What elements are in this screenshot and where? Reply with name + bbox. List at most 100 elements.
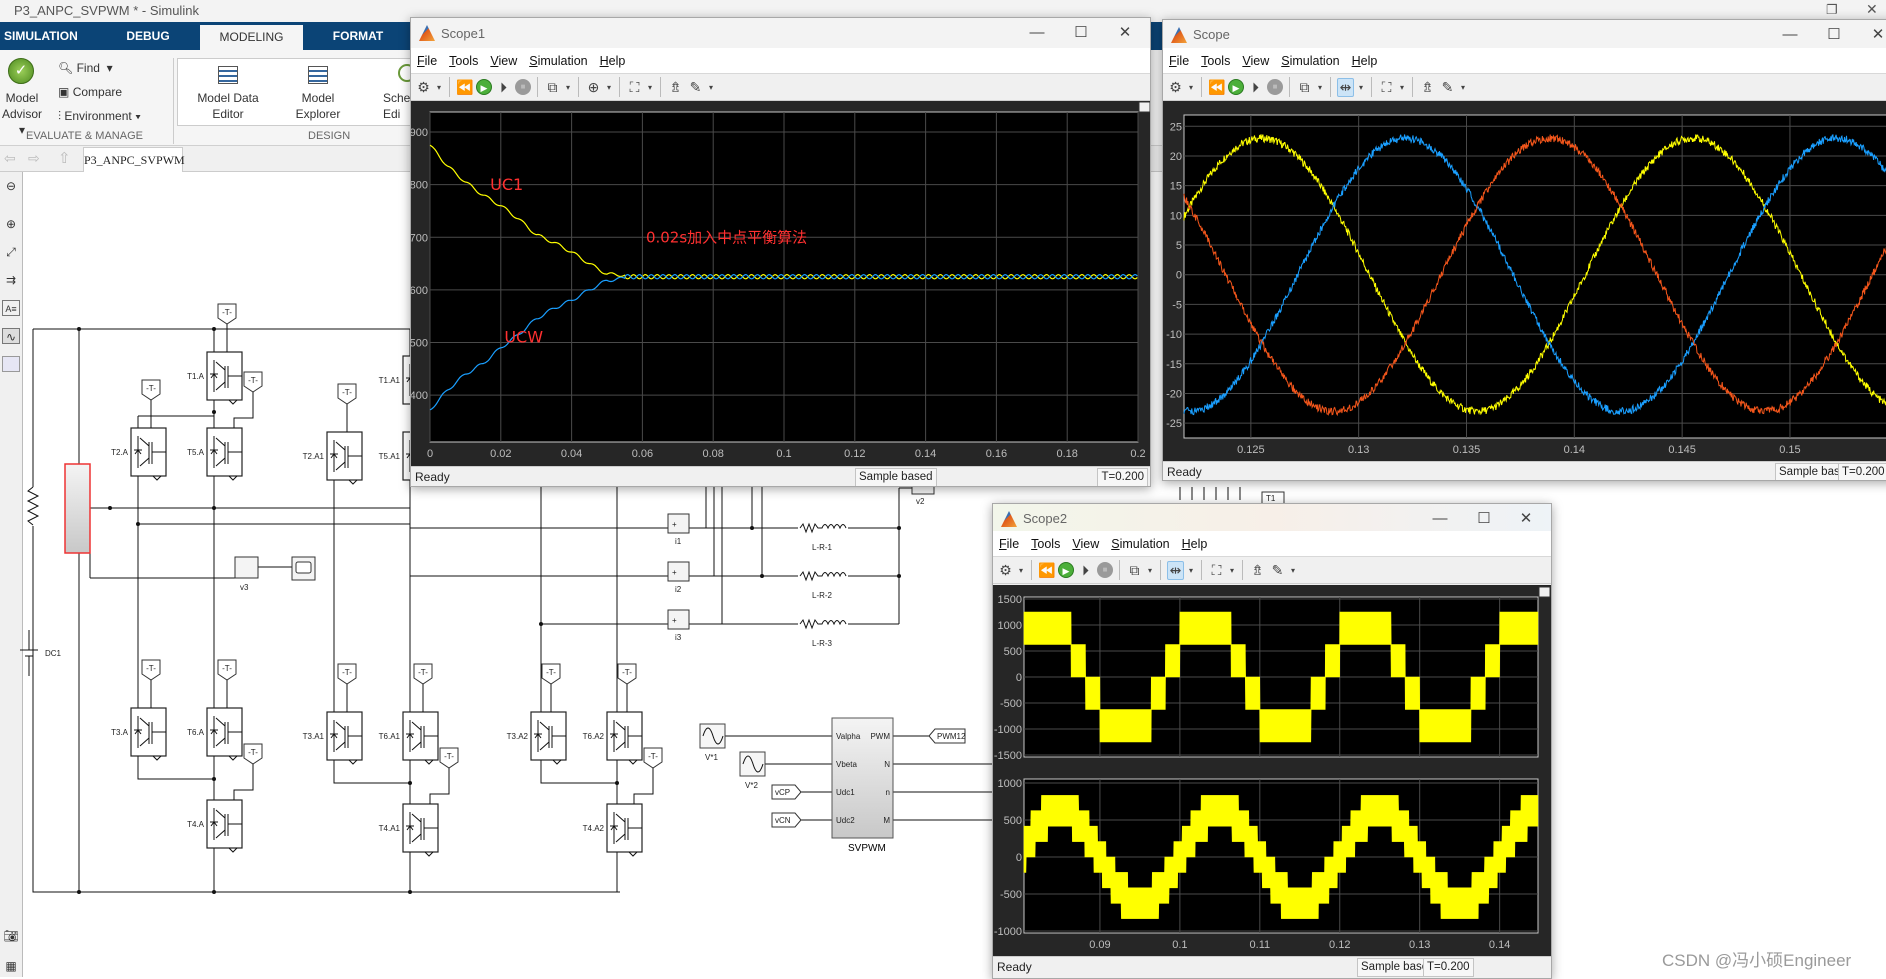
dropdown-arrow-icon[interactable]: ▾ [1187, 566, 1195, 575]
maximize-button[interactable]: ☐ [1066, 22, 1096, 44]
zoom-icon[interactable]: ⇹ [1337, 77, 1354, 97]
menu-help[interactable]: Help [1346, 48, 1384, 68]
voltage-measurement-block[interactable] [234, 556, 259, 579]
menu-view[interactable]: View [1066, 531, 1105, 551]
menu-simulation[interactable]: Simulation [1105, 531, 1175, 551]
igbt-block[interactable]: T4.A1 -T- [379, 747, 459, 857]
schedule-editor-button[interactable]: Sche Edi [383, 90, 410, 122]
zoom-icon[interactable]: ⊕ [2, 216, 20, 232]
step-back-icon[interactable]: ⏪ [456, 79, 473, 96]
close-button[interactable]: ✕ [1863, 24, 1886, 46]
tab-debug[interactable]: DEBUG [118, 22, 178, 50]
current-measurement-block[interactable] [667, 609, 690, 630]
zoom-icon[interactable]: ⇹ [1167, 560, 1184, 580]
from-goto-tags[interactable] [771, 728, 966, 828]
menu-view[interactable]: View [1236, 48, 1275, 68]
igbt-block[interactable]: T4.A -T- [187, 743, 263, 853]
restore-icon[interactable]: ❐ [1826, 2, 1838, 18]
dropdown-arrow-icon[interactable]: ▾ [1316, 83, 1324, 92]
dropdown-arrow-icon[interactable]: ▾ [1017, 566, 1025, 575]
dropdown-arrow-icon[interactable]: ▾ [646, 83, 654, 92]
triggers-icon[interactable]: ⇯ [1249, 562, 1266, 579]
dropdown-arrow-icon[interactable]: ▾ [1289, 566, 1297, 575]
igbt-block[interactable]: T2.A1 -T- [303, 383, 363, 485]
current-measurement-block[interactable] [667, 513, 690, 534]
scope-title-bar[interactable]: Scope — ☐ ✕ [1163, 20, 1886, 48]
dropdown-arrow-icon[interactable]: ▾ [1187, 83, 1195, 92]
back-arrow-icon[interactable]: ⇦ [4, 150, 16, 167]
menu-simulation[interactable]: Simulation [523, 48, 593, 68]
highlight-block-icon[interactable]: ⧉ [544, 79, 561, 96]
close-button[interactable]: ✕ [1511, 508, 1541, 530]
igbt-block[interactable]: T3.A2 -T- [507, 663, 567, 765]
arrow-icon[interactable]: ⇉ [2, 272, 20, 288]
highlight-block-icon[interactable]: ⧉ [1126, 562, 1143, 579]
step-forward-icon[interactable]: ⏵ [1077, 562, 1094, 579]
igbt-block[interactable]: T2.A -T- [111, 379, 167, 481]
svpwm-subsystem[interactable]: Valpha Vbeta Udc1 Udc2 PWM N n M SVPWM [831, 717, 894, 854]
scope2-chart[interactable]: -1500 -1000 -500 0 500 1000 1500 0.09 0.1 0.11 0.1… [993, 585, 1552, 956]
igbt-block[interactable]: T1.A -T- [187, 303, 243, 405]
breadcrumb-model-tab[interactable]: P3_ANPC_SVPWM [83, 147, 185, 172]
maximize-button[interactable]: ☐ [1819, 24, 1849, 46]
stop-icon[interactable]: ■ [1267, 79, 1283, 95]
stop-icon[interactable]: ■ [515, 79, 531, 95]
dropdown-arrow-icon[interactable]: ▾ [1398, 83, 1406, 92]
property-inspector-icon[interactable]: ▦ [2, 958, 20, 974]
minimize-button[interactable]: — [1425, 508, 1455, 530]
dropdown-arrow-icon[interactable]: ▾ [1228, 566, 1236, 575]
close-icon[interactable]: ✕ [1866, 1, 1878, 18]
model-data-editor-button[interactable]: Model Data Editor [192, 90, 264, 122]
menu-view[interactable]: View [484, 48, 523, 68]
fit-to-view-icon[interactable]: ⛶ [1208, 562, 1225, 579]
forward-arrow-icon[interactable]: ⇨ [28, 150, 40, 167]
dropdown-arrow-icon[interactable]: ▾ [564, 83, 572, 92]
dropdown-arrow-icon[interactable]: ▾ [435, 83, 443, 92]
run-icon[interactable]: ▶ [476, 79, 492, 95]
menu-file[interactable]: File [993, 531, 1025, 551]
run-icon[interactable]: ▶ [1058, 562, 1074, 578]
hide-browser-icon[interactable]: ⊖ [2, 178, 20, 194]
screenshot-icon[interactable]: 📷︎ [2, 928, 20, 944]
menu-simulation[interactable]: Simulation [1275, 48, 1345, 68]
menu-tools[interactable]: Tools [443, 48, 484, 68]
dropdown-arrow-icon[interactable]: ▾ [605, 83, 613, 92]
dropdown-arrow-icon[interactable]: ▾ [1459, 83, 1467, 92]
measurements-icon[interactable]: ✎ [1439, 79, 1456, 96]
current-measurement-block[interactable] [667, 561, 690, 582]
area-icon[interactable] [2, 356, 20, 372]
zoom-icon[interactable]: ⊕ [585, 79, 602, 96]
run-icon[interactable]: ▶ [1228, 79, 1244, 95]
minimize-button[interactable]: — [1022, 22, 1052, 44]
tab-simulation[interactable]: SIMULATION [4, 22, 78, 50]
triggers-icon[interactable]: ⇯ [667, 79, 684, 96]
step-back-icon[interactable]: ⏪ [1208, 79, 1225, 96]
scope-block[interactable] [291, 556, 316, 581]
fit-to-view-icon[interactable]: ⛶ [1378, 79, 1395, 96]
gear-icon[interactable]: ⚙ [1167, 79, 1184, 96]
scope1-title-bar[interactable]: Scope1 — ☐ ✕ [411, 18, 1150, 48]
find-button[interactable]: 🔍︎ Find ▾ [58, 60, 113, 76]
step-forward-icon[interactable]: ⏵ [495, 79, 512, 96]
scope2-title-bar[interactable]: Scope2 — ☐ ✕ [993, 504, 1551, 531]
image-icon[interactable]: ∿ [2, 328, 20, 344]
scope-chart[interactable]: 0.125 0.13 0.135 0.14 0.145 0.15 -25 -20 -15 -10 -… [1163, 101, 1886, 461]
dropdown-arrow-icon[interactable]: ▾ [1146, 566, 1154, 575]
igbt-block[interactable]: T5.A -T- [187, 371, 263, 481]
compare-button[interactable]: ▣ Compare [58, 84, 122, 100]
maximize-button[interactable]: ☐ [1469, 508, 1499, 530]
triggers-icon[interactable]: ⇯ [1419, 79, 1436, 96]
measurements-icon[interactable]: ✎ [687, 79, 704, 96]
measurements-icon[interactable]: ✎ [1269, 562, 1286, 579]
dropdown-arrow-icon[interactable]: ▾ [707, 83, 715, 92]
gear-icon[interactable]: ⚙ [997, 562, 1014, 579]
menu-file[interactable]: File [411, 48, 443, 68]
up-arrow-icon[interactable]: ⇧ [58, 149, 71, 167]
igbt-block[interactable]: T3.A1 -T- [303, 663, 363, 765]
model-explorer-button[interactable]: Model Explorer [290, 90, 346, 122]
menu-help[interactable]: Help [1176, 531, 1214, 551]
environment-button[interactable]: ⫶ Environment ▾ [58, 108, 141, 124]
igbt-block[interactable]: T6.A -T- [187, 659, 243, 761]
menu-file[interactable]: File [1163, 48, 1195, 68]
tab-modeling[interactable]: MODELING [200, 25, 303, 50]
